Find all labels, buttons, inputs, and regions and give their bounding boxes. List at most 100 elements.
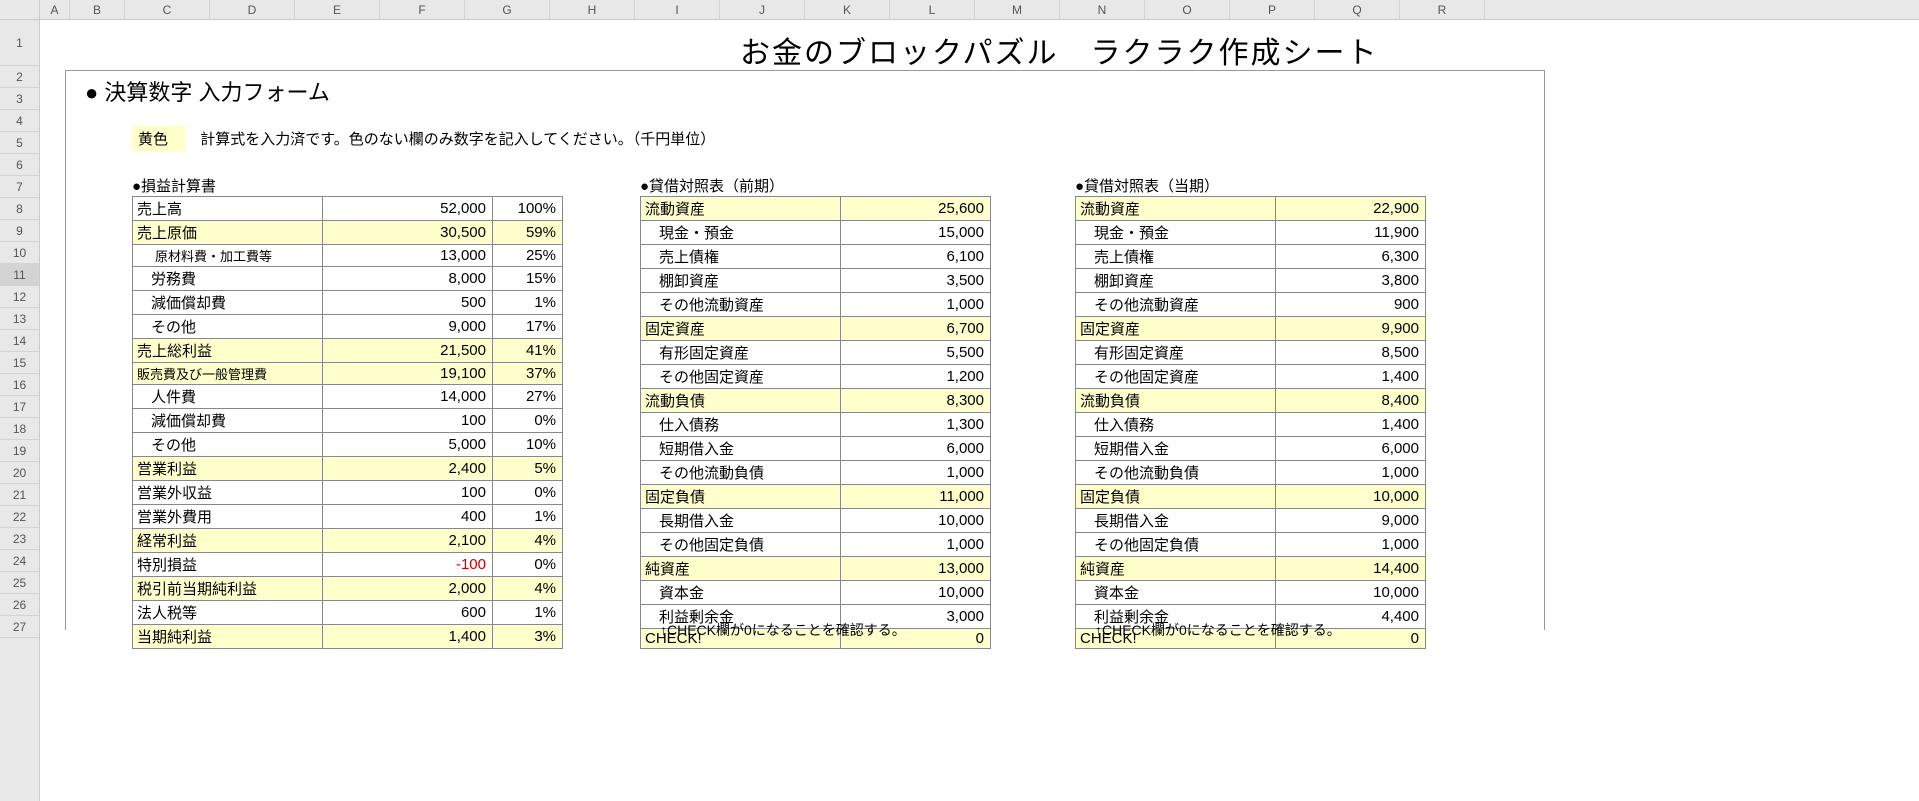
- bs-row[interactable]: 固定資産6,700: [641, 317, 991, 341]
- col-header-E[interactable]: E: [295, 0, 380, 19]
- pl-pct[interactable]: 1%: [493, 291, 563, 315]
- bs-label[interactable]: 資本金: [1076, 581, 1276, 605]
- bs-row[interactable]: その他固定資産1,200: [641, 365, 991, 389]
- bs-value[interactable]: 10,000: [1276, 581, 1426, 605]
- bs-label[interactable]: その他流動資産: [1076, 293, 1276, 317]
- col-header-C[interactable]: C: [125, 0, 210, 19]
- row-header-12[interactable]: 12: [0, 286, 39, 308]
- bs-row[interactable]: 棚卸資産3,800: [1076, 269, 1426, 293]
- row-header-16[interactable]: 16: [0, 374, 39, 396]
- bs-label[interactable]: 売上債権: [641, 245, 841, 269]
- row-header-5[interactable]: 5: [0, 132, 39, 154]
- pl-label[interactable]: 減価償却費: [133, 409, 323, 433]
- pl-pct[interactable]: 4%: [493, 529, 563, 553]
- bs-value[interactable]: 8,300: [841, 389, 991, 413]
- col-header-H[interactable]: H: [550, 0, 635, 19]
- bs-label[interactable]: 純資産: [641, 557, 841, 581]
- bs-value[interactable]: 15,000: [841, 221, 991, 245]
- pl-value[interactable]: 400: [323, 505, 493, 529]
- bs-value[interactable]: 25,600: [841, 197, 991, 221]
- bs-row[interactable]: 有形固定資産5,500: [641, 341, 991, 365]
- col-header-K[interactable]: K: [805, 0, 890, 19]
- bs-label[interactable]: その他固定負債: [1076, 533, 1276, 557]
- row-header-10[interactable]: 10: [0, 242, 39, 264]
- pl-row[interactable]: 売上総利益21,50041%: [133, 339, 563, 363]
- row-header-17[interactable]: 17: [0, 396, 39, 418]
- col-header-B[interactable]: B: [70, 0, 125, 19]
- row-header-6[interactable]: 6: [0, 154, 39, 176]
- row-header-15[interactable]: 15: [0, 352, 39, 374]
- pl-row[interactable]: その他9,00017%: [133, 315, 563, 339]
- row-header-24[interactable]: 24: [0, 550, 39, 572]
- bs-row[interactable]: その他固定資産1,400: [1076, 365, 1426, 389]
- pl-value[interactable]: 100: [323, 481, 493, 505]
- row-header-14[interactable]: 14: [0, 330, 39, 352]
- pl-pct[interactable]: 17%: [493, 315, 563, 339]
- bs-row[interactable]: 短期借入金6,000: [641, 437, 991, 461]
- pl-label[interactable]: 売上高: [133, 197, 323, 221]
- bs-value[interactable]: 1,000: [841, 293, 991, 317]
- col-header-M[interactable]: M: [975, 0, 1060, 19]
- bs-value[interactable]: 1,000: [1276, 461, 1426, 485]
- row-header-22[interactable]: 22: [0, 506, 39, 528]
- pl-label[interactable]: 営業外収益: [133, 481, 323, 505]
- pl-value[interactable]: 500: [323, 291, 493, 315]
- bs-row[interactable]: 棚卸資産3,500: [641, 269, 991, 293]
- pl-label[interactable]: 人件費: [133, 385, 323, 409]
- row-header-25[interactable]: 25: [0, 572, 39, 594]
- bs-label[interactable]: 純資産: [1076, 557, 1276, 581]
- bs-row[interactable]: 現金・預金11,900: [1076, 221, 1426, 245]
- bs-label[interactable]: 売上債権: [1076, 245, 1276, 269]
- cells-canvas[interactable]: お金のブロックパズル ラクラク作成シート ● 決算数字 入力フォーム 黄色 計算…: [40, 20, 1919, 801]
- bs-label[interactable]: その他固定資産: [1076, 365, 1276, 389]
- pl-row[interactable]: 売上原価30,50059%: [133, 221, 563, 245]
- pl-row[interactable]: 営業利益2,4005%: [133, 457, 563, 481]
- bs-label[interactable]: 有形固定資産: [1076, 341, 1276, 365]
- pl-table[interactable]: 売上高52,000100%売上原価30,50059%原材料費・加工費等13,00…: [132, 196, 563, 649]
- pl-pct[interactable]: 0%: [493, 481, 563, 505]
- column-headers[interactable]: ABCDEFGHIJKLMNOPQR: [40, 0, 1919, 20]
- bs-row[interactable]: 固定負債10,000: [1076, 485, 1426, 509]
- pl-value[interactable]: 2,400: [323, 457, 493, 481]
- bs-row[interactable]: その他固定負債1,000: [641, 533, 991, 557]
- bs-label[interactable]: その他流動資産: [641, 293, 841, 317]
- bs-label[interactable]: 短期借入金: [1076, 437, 1276, 461]
- pl-value[interactable]: 2,100: [323, 529, 493, 553]
- pl-pct[interactable]: 1%: [493, 505, 563, 529]
- pl-label[interactable]: 減価償却費: [133, 291, 323, 315]
- pl-row[interactable]: 労務費8,00015%: [133, 267, 563, 291]
- bs-label[interactable]: 流動負債: [1076, 389, 1276, 413]
- bs-value[interactable]: 11,000: [841, 485, 991, 509]
- bs-row[interactable]: 資本金10,000: [1076, 581, 1426, 605]
- pl-pct[interactable]: 37%: [493, 363, 563, 385]
- col-header-D[interactable]: D: [210, 0, 295, 19]
- bs-label[interactable]: 棚卸資産: [1076, 269, 1276, 293]
- pl-pct[interactable]: 4%: [493, 577, 563, 601]
- pl-label[interactable]: 営業外費用: [133, 505, 323, 529]
- bs-label[interactable]: 仕入債務: [641, 413, 841, 437]
- row-header-9[interactable]: 9: [0, 220, 39, 242]
- bs-row[interactable]: 現金・預金15,000: [641, 221, 991, 245]
- bs-label[interactable]: 短期借入金: [641, 437, 841, 461]
- pl-value[interactable]: 1,400: [323, 625, 493, 649]
- pl-pct[interactable]: 0%: [493, 553, 563, 577]
- pl-pct[interactable]: 27%: [493, 385, 563, 409]
- row-header-20[interactable]: 20: [0, 462, 39, 484]
- bs-row[interactable]: 固定負債11,000: [641, 485, 991, 509]
- pl-label[interactable]: 特別損益: [133, 553, 323, 577]
- pl-row[interactable]: 原材料費・加工費等13,00025%: [133, 245, 563, 267]
- pl-row[interactable]: 売上高52,000100%: [133, 197, 563, 221]
- pl-row[interactable]: 減価償却費1000%: [133, 409, 563, 433]
- bs-value[interactable]: 10,000: [841, 509, 991, 533]
- bs-value[interactable]: 6,000: [1276, 437, 1426, 461]
- bs-value[interactable]: 6,700: [841, 317, 991, 341]
- row-header-18[interactable]: 18: [0, 418, 39, 440]
- row-header-13[interactable]: 13: [0, 308, 39, 330]
- bs-value[interactable]: 6,000: [841, 437, 991, 461]
- bs-label[interactable]: その他流動負債: [1076, 461, 1276, 485]
- bs-label[interactable]: 長期借入金: [641, 509, 841, 533]
- pl-value[interactable]: 2,000: [323, 577, 493, 601]
- pl-row[interactable]: 減価償却費5001%: [133, 291, 563, 315]
- row-header-3[interactable]: 3: [0, 88, 39, 110]
- pl-pct[interactable]: 10%: [493, 433, 563, 457]
